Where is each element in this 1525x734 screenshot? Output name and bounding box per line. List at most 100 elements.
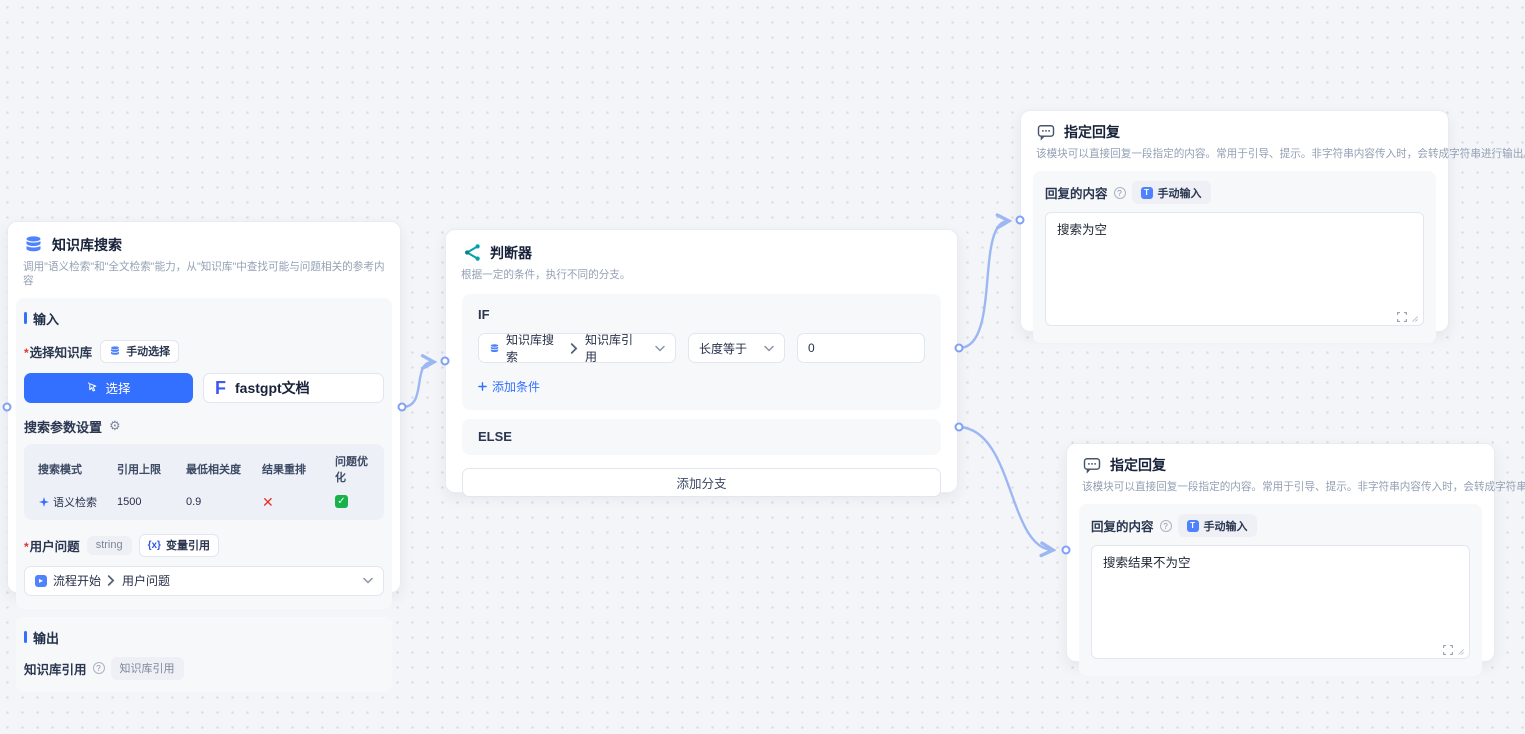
col-header: 引用上限 — [117, 461, 186, 477]
condition-field: 知识库引用 — [585, 331, 643, 365]
if-branch-panel: IF 知识库搜索 知识库引用 长度等于 — [462, 294, 941, 410]
col-header: 搜索模式 — [38, 461, 117, 477]
user-question-label: *用户问题 — [24, 536, 80, 555]
port-classifier-else-source[interactable] — [955, 423, 964, 432]
col-header: 最低相关度 — [186, 461, 262, 477]
node-kb-search[interactable]: 知识库搜索 调用"语义检索"和"全文检索"能力，从"知识库"中查找可能与问题相关… — [7, 221, 401, 593]
chevron-right-icon — [570, 343, 579, 354]
text-input-icon: T — [1187, 520, 1199, 532]
chat-bubble-icon — [1082, 455, 1102, 475]
chevron-down-icon — [363, 577, 373, 584]
node-description: 根据一定的条件，执行不同的分支。 — [446, 263, 957, 282]
expand-icon[interactable] — [1396, 311, 1408, 323]
condition-source: 知识库搜索 — [506, 331, 564, 365]
limit-value: 1500 — [117, 496, 186, 508]
node-title: 判断器 — [490, 243, 532, 263]
resize-handle-icon[interactable] — [1455, 646, 1465, 656]
node-description: 该模块可以直接回复一段指定的内容。常用于引导、提示。非字符串内容传入时，会转成字… — [1021, 142, 1448, 161]
section-bar — [24, 312, 27, 324]
reply-content-section: 回复的内容 ? T 手动输入 搜索结果不为空 — [1079, 504, 1482, 676]
reply-content-label: 回复的内容 — [1091, 516, 1154, 535]
search-params-label: 搜索参数设置 — [24, 417, 102, 436]
dataset-icon — [23, 234, 44, 255]
kb-search-input-section: 输入 *选择知识库 手动选择 选择 F fastgpt文档 — [16, 298, 392, 609]
node-description: 调用"语义检索"和"全文检索"能力，从"知识库"中查找可能与问题相关的参考内容 — [8, 255, 400, 289]
min-relevance-value: 0.9 — [186, 496, 262, 508]
output-value-badge: 知识库引用 — [111, 657, 184, 680]
node-title: 指定回复 — [1110, 455, 1166, 475]
add-condition-button[interactable]: 添加条件 — [478, 378, 540, 395]
flow-start-icon: ▸ — [35, 575, 47, 587]
add-branch-button[interactable]: 添加分支 — [462, 468, 941, 497]
port-reply-not-empty-target[interactable] — [1062, 546, 1071, 555]
select-kb-label: *选择知识库 — [24, 342, 92, 361]
port-classifier-if-source[interactable] — [955, 344, 964, 353]
gear-icon[interactable]: ⚙ — [109, 418, 121, 434]
dataset-icon — [109, 345, 121, 357]
node-classifier[interactable]: 判断器 根据一定的条件，执行不同的分支。 IF 知识库搜索 知识库引用 长度等于 — [445, 229, 958, 493]
output-name: 知识库引用 — [24, 659, 87, 678]
node-title: 指定回复 — [1064, 122, 1120, 142]
cursor-click-icon — [86, 381, 99, 394]
node-title: 知识库搜索 — [52, 235, 122, 255]
search-mode-value: 语义检索 — [38, 494, 117, 510]
manual-input-badge[interactable]: T 手动输入 — [1178, 514, 1257, 537]
select-kb-button[interactable]: 选择 — [24, 373, 193, 403]
search-params-table: 搜索模式 引用上限 最低相关度 结果重排 问题优化 语义检索 1500 0.9 … — [24, 444, 384, 520]
kb-name: fastgpt文档 — [235, 378, 310, 398]
node-description: 该模块可以直接回复一段指定的内容。常用于引导、提示。非字符串内容传入时，会转成字… — [1067, 475, 1494, 494]
reply-content-label: 回复的内容 — [1045, 183, 1108, 202]
reply-header: 指定回复 — [1067, 444, 1494, 475]
kb-search-output-section: 输出 知识库引用 ? 知识库引用 — [16, 617, 392, 692]
chevron-right-icon — [107, 575, 116, 586]
kb-search-header: 知识库搜索 — [8, 222, 400, 255]
reply-content-textarea[interactable]: 搜索结果不为空 — [1091, 545, 1470, 659]
reply-header: 指定回复 — [1021, 111, 1448, 142]
condition-operator-select[interactable]: 长度等于 — [688, 333, 785, 363]
col-header: 结果重排 — [262, 461, 335, 477]
rerank-off-icon: ✕ — [262, 495, 274, 509]
expand-icon[interactable] — [1442, 644, 1454, 656]
fastgpt-logo-icon: F — [215, 379, 226, 397]
reply-content-textarea[interactable]: 搜索为空 — [1045, 212, 1424, 326]
chevron-down-icon — [655, 345, 665, 352]
user-question-select[interactable]: ▸ 流程开始 用户问题 — [24, 566, 384, 596]
chat-bubble-icon — [1036, 122, 1056, 142]
reply-content-section: 回复的内容 ? T 手动输入 搜索为空 — [1033, 171, 1436, 343]
condition-value-input[interactable]: 0 — [797, 333, 925, 363]
condition-source-select[interactable]: 知识库搜索 知识库引用 — [478, 333, 676, 363]
port-reply-empty-target[interactable] — [1016, 216, 1025, 225]
help-icon[interactable]: ? — [1160, 520, 1172, 532]
else-label: ELSE — [478, 429, 512, 444]
dataset-icon — [489, 343, 500, 354]
output-section-label: 输出 — [24, 628, 384, 647]
branch-icon — [461, 242, 482, 263]
plus-icon — [478, 382, 487, 391]
optimize-on-icon: ✓ — [335, 495, 348, 508]
port-kb-search-target[interactable] — [3, 403, 12, 412]
node-reply-not-empty[interactable]: 指定回复 该模块可以直接回复一段指定的内容。常用于引导、提示。非字符串内容传入时… — [1066, 443, 1495, 662]
node-reply-empty[interactable]: 指定回复 该模块可以直接回复一段指定的内容。常用于引导、提示。非字符串内容传入时… — [1020, 110, 1449, 332]
selected-kb-item[interactable]: F fastgpt文档 — [203, 373, 384, 403]
port-kb-search-source[interactable] — [398, 403, 407, 412]
port-classifier-target[interactable] — [441, 357, 450, 366]
chevron-down-icon — [764, 345, 774, 352]
variable-reference-badge[interactable]: {x} 变量引用 — [139, 534, 219, 557]
help-icon[interactable]: ? — [1114, 187, 1126, 199]
if-label: IF — [478, 307, 925, 322]
resize-handle-icon[interactable] — [1409, 313, 1419, 323]
col-header: 问题优化 — [335, 453, 370, 485]
section-bar — [24, 631, 27, 643]
type-badge: string — [87, 536, 132, 555]
variable-icon: {x} — [148, 540, 161, 551]
else-branch-panel: ELSE — [462, 419, 941, 455]
question-field: 用户问题 — [122, 572, 170, 589]
text-input-icon: T — [1141, 187, 1153, 199]
manual-input-badge[interactable]: T 手动输入 — [1132, 181, 1211, 204]
semantic-search-icon — [38, 496, 50, 508]
edge-if-to-reply-empty[interactable] — [960, 221, 1008, 348]
edge-else-to-reply-not-empty[interactable] — [960, 427, 1052, 550]
help-icon[interactable]: ? — [93, 662, 105, 674]
edge-kbsearch-to-classifier[interactable] — [403, 362, 433, 407]
manual-select-badge[interactable]: 手动选择 — [100, 340, 179, 363]
